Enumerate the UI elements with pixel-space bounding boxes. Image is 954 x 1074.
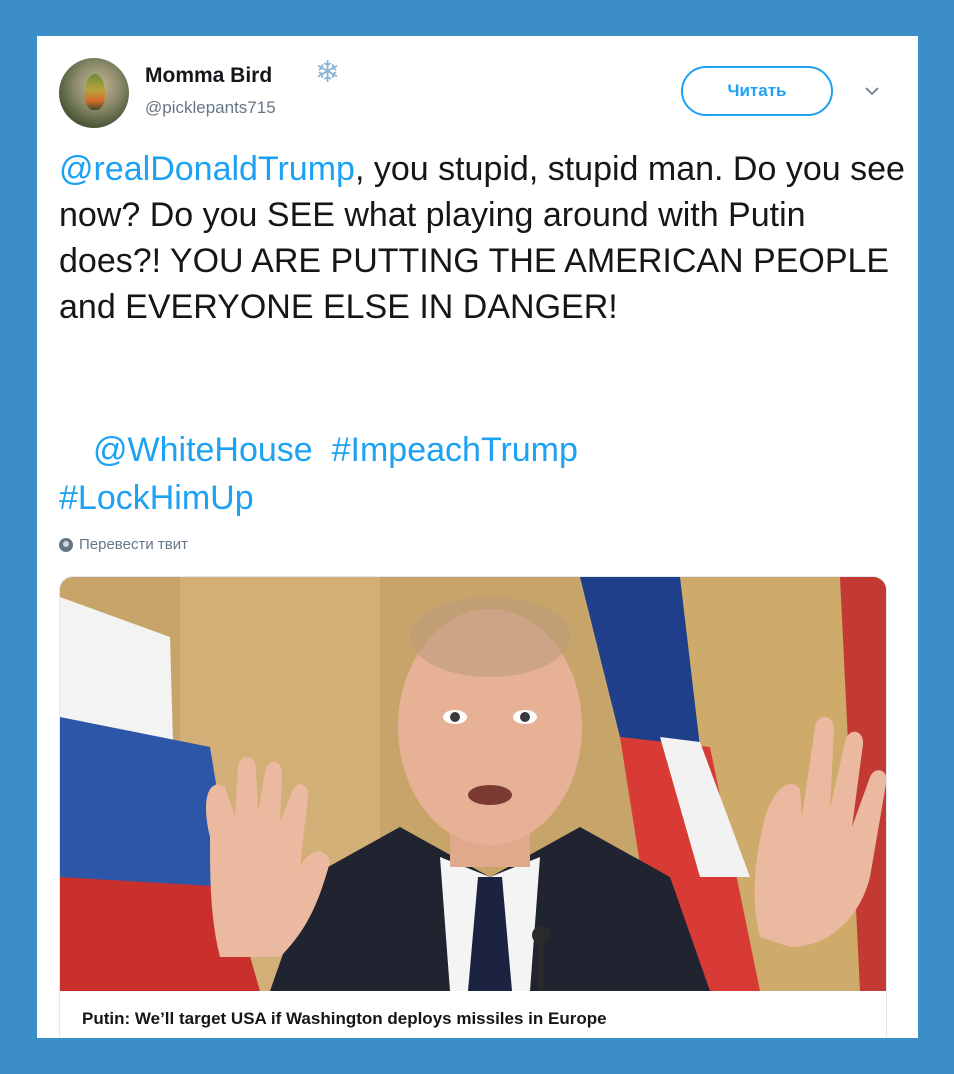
globe-icon [59,537,73,552]
news-photo [60,577,886,991]
user-handle[interactable]: @picklepants715 [145,98,276,118]
hashtag-lock-link[interactable]: #LockHimUp [59,479,254,517]
hashtag-impeach-link[interactable]: #ImpeachTrump [332,431,578,469]
display-name[interactable]: Momma Bird [145,64,272,88]
snowflake-icon: ❄ [315,56,341,89]
follow-button[interactable]: Читать [681,66,833,116]
translate-link[interactable]: Перевести твит [59,536,188,553]
link-card-title[interactable]: Putin: We’ll target USA if Washington de… [82,1009,607,1029]
parrot-avatar-image [85,74,105,110]
mention-whitehouse-link[interactable]: @WhiteHouse [93,431,313,469]
tweet-tags: @WhiteHouse #ImpeachTrump #LockHimUp [59,426,909,522]
translate-label: Перевести твит [79,536,188,553]
avatar[interactable] [59,58,129,128]
mention-link[interactable]: @realDonaldTrump [59,150,355,188]
link-card[interactable]: Putin: We’ll target USA if Washington de… [59,576,887,1038]
tweet-card: Momma Bird ❄ @picklepants715 Читать @rea… [37,36,918,1038]
chevron-down-icon[interactable] [865,84,879,98]
tweet-text: @realDonaldTrump, you stupid, stupid man… [59,146,909,330]
